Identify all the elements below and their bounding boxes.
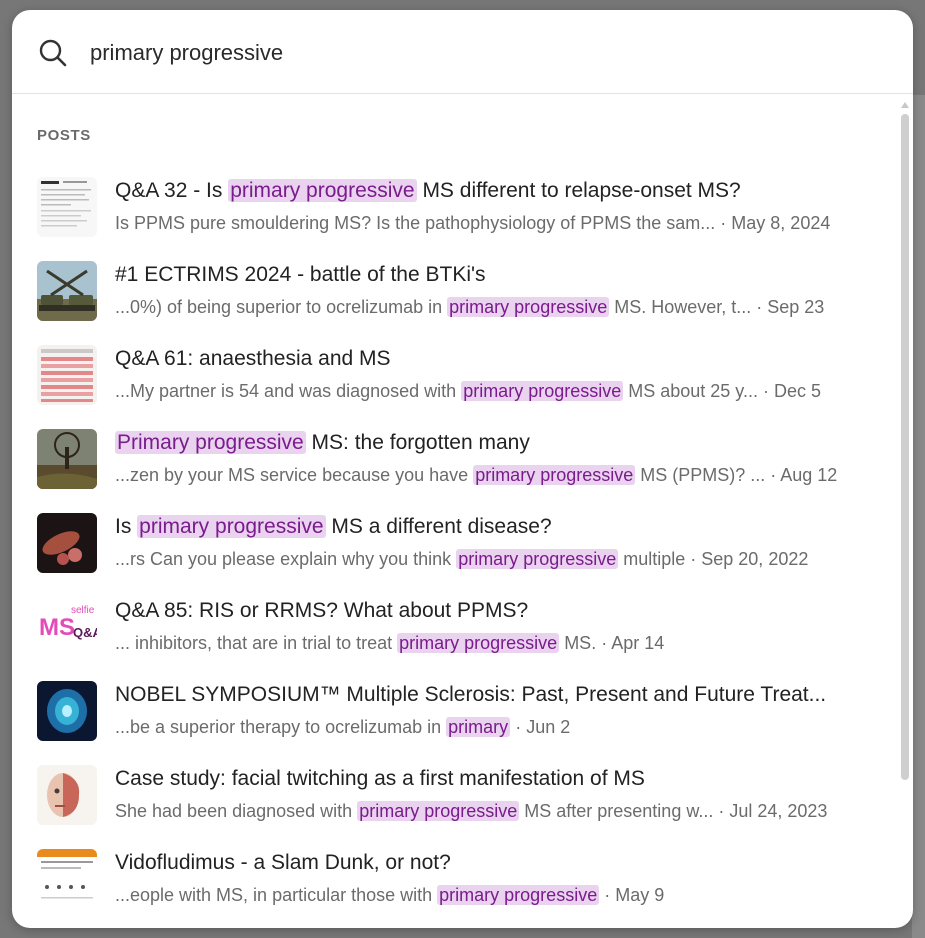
post-result-item[interactable]: NOBEL SYMPOSIUM™ Multiple Sclerosis: Pas… bbox=[12, 675, 900, 759]
search-highlight: primary progressive bbox=[461, 381, 624, 401]
post-snippet-text: ...My partner is 54 and was diagnosed wi… bbox=[115, 381, 462, 401]
post-list: Q&A 32 - Is primary progressive MS diffe… bbox=[12, 171, 900, 927]
search-highlight: primary bbox=[446, 717, 511, 737]
post-title-text: MS different to relapse-onset MS? bbox=[416, 179, 741, 202]
section-label-posts: POSTS bbox=[37, 127, 91, 144]
search-icon bbox=[39, 39, 67, 67]
post-title-text: #1 ECTRIMS 2024 - battle of the BTKi's bbox=[115, 263, 486, 286]
post-title[interactable]: Vidofludimus - a Slam Dunk, or not? bbox=[115, 848, 875, 878]
post-snippet: ...be a superior therapy to ocrelizumab … bbox=[115, 713, 885, 741]
post-thumbnail bbox=[37, 681, 97, 741]
post-title-text: Q&A 32 - Is bbox=[115, 179, 229, 202]
post-thumbnail bbox=[37, 513, 97, 573]
search-highlight: primary progressive bbox=[228, 179, 417, 202]
search-highlight: primary progressive bbox=[473, 465, 636, 485]
post-snippet: ...zen by your MS service because you ha… bbox=[115, 461, 885, 489]
post-snippet-text: MS about 25 y... bbox=[623, 381, 763, 401]
post-title[interactable]: Q&A 32 - Is primary progressive MS diffe… bbox=[115, 176, 875, 206]
post-title-text: Q&A 61: anaesthesia and MS bbox=[115, 347, 391, 370]
post-title[interactable]: Case study: facial twitching as a first … bbox=[115, 764, 875, 794]
post-thumbnail bbox=[37, 177, 97, 237]
svg-text:selfie: selfie bbox=[71, 605, 95, 616]
search-modal: POSTS Q&A 32 - Is primary progressive MS… bbox=[12, 10, 913, 928]
search-highlight: primary progressive bbox=[456, 549, 619, 569]
post-snippet-text: ... inhibitors, that are in trial to tre… bbox=[115, 633, 398, 653]
post-snippet-text: ...zen by your MS service because you ha… bbox=[115, 465, 474, 485]
post-date: · May 9 bbox=[604, 885, 665, 905]
post-date: · Jun 2 bbox=[515, 717, 571, 737]
post-thumbnail bbox=[37, 345, 97, 405]
post-result-item[interactable]: Q&A 61: anaesthesia and MS ...My partner … bbox=[12, 339, 900, 423]
post-snippet-text: MS. bbox=[559, 633, 602, 653]
search-highlight: Primary progressive bbox=[115, 431, 306, 454]
post-result-item[interactable]: #1 ECTRIMS 2024 - battle of the BTKi's..… bbox=[12, 255, 900, 339]
post-title[interactable]: Is primary progressive MS a different di… bbox=[115, 512, 875, 542]
post-snippet-text: ...eople with MS, in particular those wi… bbox=[115, 885, 438, 905]
post-title-text: Vidofludimus - a Slam Dunk, or not? bbox=[115, 851, 451, 874]
svg-text:MS: MS bbox=[39, 614, 75, 641]
search-results: POSTS Q&A 32 - Is primary progressive MS… bbox=[12, 95, 900, 928]
post-result-item[interactable]: Case study: facial twitching as a first … bbox=[12, 759, 900, 843]
post-date: · Sep 23 bbox=[756, 297, 825, 317]
post-title-text: MS a different disease? bbox=[325, 515, 552, 538]
scrollbar-thumb[interactable] bbox=[901, 114, 909, 780]
post-result-item[interactable]: Primary progressive MS: the forgotten ma… bbox=[12, 423, 900, 507]
search-input[interactable] bbox=[88, 32, 872, 74]
post-title[interactable]: Primary progressive MS: the forgotten ma… bbox=[115, 428, 875, 458]
post-date: · Dec 5 bbox=[762, 381, 822, 401]
scroll-up-arrow-icon[interactable] bbox=[901, 102, 909, 108]
post-date: · Jul 24, 2023 bbox=[718, 801, 828, 821]
post-snippet-text: Is PPMS pure smouldering MS? Is the path… bbox=[115, 213, 721, 233]
post-snippet: ...rs Can you please explain why you thi… bbox=[115, 545, 885, 573]
post-thumbnail bbox=[37, 429, 97, 489]
post-date: · Aug 12 bbox=[770, 465, 838, 485]
post-title[interactable]: Q&A 85: RIS or RRMS? What about PPMS? bbox=[115, 596, 875, 626]
post-result-item[interactable]: MS Q&A selfie Q&A 85: RIS or RRMS? What a… bbox=[12, 591, 900, 675]
post-date: · Apr 14 bbox=[601, 633, 665, 653]
post-title-text: NOBEL SYMPOSIUM™ Multiple Sclerosis: Pas… bbox=[115, 683, 827, 706]
post-thumbnail: MS Q&A selfie bbox=[37, 597, 97, 657]
post-snippet-text: ...0%) of being superior to ocrelizumab … bbox=[115, 297, 448, 317]
post-snippet-text: She had been diagnosed with bbox=[115, 801, 358, 821]
post-result-item[interactable]: Is primary progressive MS a different di… bbox=[12, 507, 900, 591]
search-highlight: primary progressive bbox=[357, 801, 520, 821]
post-snippet: Is PPMS pure smouldering MS? Is the path… bbox=[115, 209, 885, 237]
post-snippet: She had been diagnosed with primary prog… bbox=[115, 797, 885, 825]
search-highlight: primary progressive bbox=[447, 297, 610, 317]
backdrop-right-strip bbox=[912, 95, 925, 938]
results-scrollbar[interactable] bbox=[900, 102, 910, 922]
post-snippet: ...eople with MS, in particular those wi… bbox=[115, 881, 885, 909]
search-highlight: primary progressive bbox=[397, 633, 560, 653]
post-thumbnail bbox=[37, 849, 97, 909]
post-snippet-text: MS after presenting w... bbox=[519, 801, 719, 821]
post-result-item[interactable]: Vidofludimus - a Slam Dunk, or not? ...eo… bbox=[12, 843, 900, 927]
post-snippet-text: ...rs Can you please explain why you thi… bbox=[115, 549, 457, 569]
post-thumbnail bbox=[37, 765, 97, 825]
post-date: · May 8, 2024 bbox=[720, 213, 831, 233]
post-title-text: Is bbox=[115, 515, 138, 538]
post-title[interactable]: #1 ECTRIMS 2024 - battle of the BTKi's bbox=[115, 260, 875, 290]
post-title-text: MS: the forgotten many bbox=[305, 431, 530, 454]
post-title-text: Q&A 85: RIS or RRMS? What about PPMS? bbox=[115, 599, 529, 622]
post-date: · Sep 20, 2022 bbox=[690, 549, 809, 569]
post-title-text: Case study: facial twitching as a first … bbox=[115, 767, 645, 790]
post-thumbnail bbox=[37, 261, 97, 321]
post-snippet-text: MS (PPMS)? ... bbox=[635, 465, 771, 485]
post-snippet-text: multiple bbox=[618, 549, 691, 569]
post-snippet: ... inhibitors, that are in trial to tre… bbox=[115, 629, 885, 657]
post-title[interactable]: Q&A 61: anaesthesia and MS bbox=[115, 344, 875, 374]
svg-text:Q&A: Q&A bbox=[73, 625, 97, 640]
post-title[interactable]: NOBEL SYMPOSIUM™ Multiple Sclerosis: Pas… bbox=[115, 680, 875, 710]
post-snippet-text: ...be a superior therapy to ocrelizumab … bbox=[115, 717, 447, 737]
post-snippet: ...My partner is 54 and was diagnosed wi… bbox=[115, 377, 885, 405]
post-result-item[interactable]: Q&A 32 - Is primary progressive MS diffe… bbox=[12, 171, 900, 255]
search-bar bbox=[12, 10, 913, 94]
search-highlight: primary progressive bbox=[137, 515, 326, 538]
post-snippet: ...0%) of being superior to ocrelizumab … bbox=[115, 293, 885, 321]
post-snippet-text: MS. However, t... bbox=[609, 297, 757, 317]
search-highlight: primary progressive bbox=[437, 885, 600, 905]
